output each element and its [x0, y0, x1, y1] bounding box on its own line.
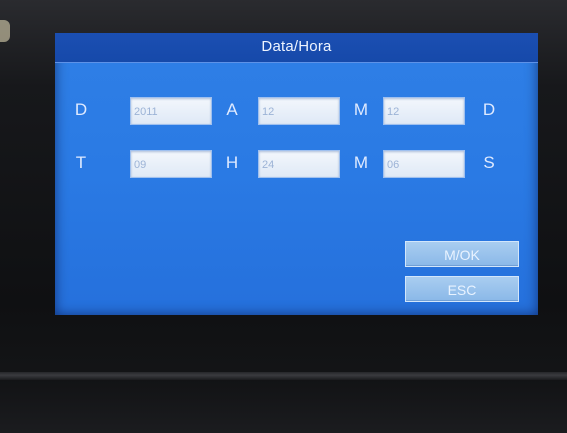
lcd-screen: Data/Hora D 2011 A 12 M 12 D T 09 H 24 M… — [55, 33, 538, 315]
time-row-label-s: S — [483, 153, 495, 172]
date-row-label-a: A — [226, 100, 238, 119]
day-field[interactable]: 12 — [383, 97, 465, 125]
time-row-label-m: M — [353, 153, 369, 172]
time-row: T 09 H 24 M 06 S — [55, 150, 538, 180]
date-row-label-d-end: D — [482, 100, 496, 119]
light-reflection — [0, 20, 10, 42]
esc-button[interactable]: ESC — [405, 276, 519, 302]
time-row-label-h: H — [225, 153, 239, 172]
date-row-label-d: D — [74, 100, 88, 119]
date-row-label-m: M — [353, 100, 369, 119]
month-field[interactable]: 12 — [258, 97, 340, 125]
bezel-bottom — [0, 380, 567, 433]
second-field[interactable]: 06 — [383, 150, 465, 178]
bezel-ridge — [0, 372, 567, 380]
date-row: D 2011 A 12 M 12 D — [55, 97, 538, 127]
time-row-label-t: T — [75, 153, 87, 172]
page-title: Data/Hora — [261, 38, 332, 55]
device-body: Data/Hora D 2011 A 12 M 12 D T 09 H 24 M… — [0, 0, 567, 433]
year-field[interactable]: 2011 — [130, 97, 212, 125]
hour-field[interactable]: 09 — [130, 150, 212, 178]
minute-field[interactable]: 24 — [258, 150, 340, 178]
ok-button[interactable]: M/OK — [405, 241, 519, 267]
title-bar: Data/Hora — [55, 33, 538, 63]
